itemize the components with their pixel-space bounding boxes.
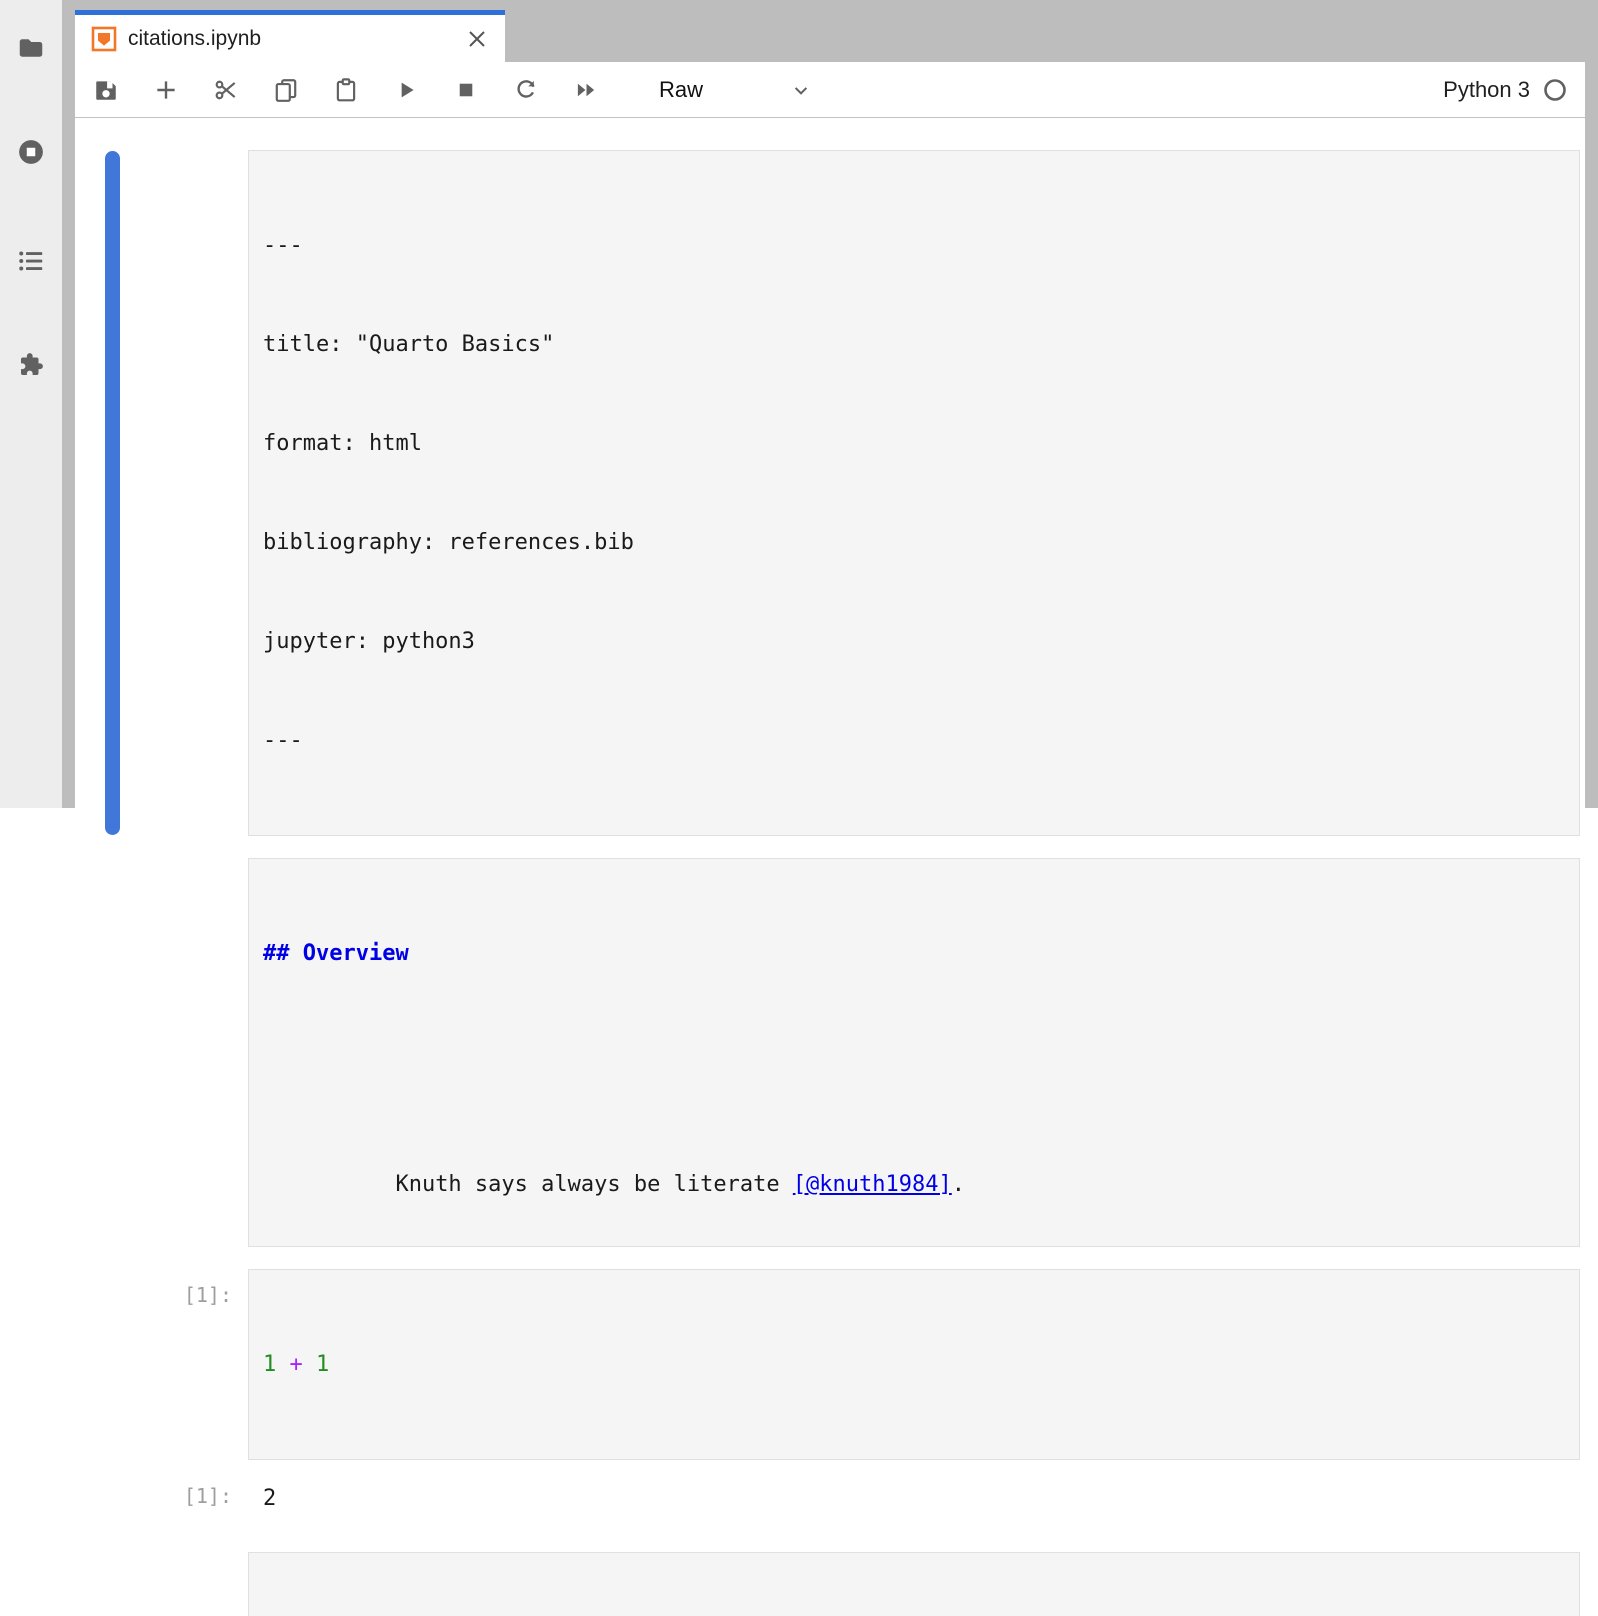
raw-cell-editor[interactable]: --- title: "Quarto Basics" format: html … bbox=[248, 150, 1580, 836]
cell-type-value: Raw bbox=[659, 77, 703, 103]
right-edge-strip bbox=[1585, 0, 1598, 808]
file-browser-icon[interactable] bbox=[16, 33, 46, 63]
kernel-area: Python 3 bbox=[1443, 77, 1575, 103]
tab-citations-ipynb[interactable]: citations.ipynb bbox=[75, 10, 505, 62]
restart-icon[interactable] bbox=[513, 77, 539, 103]
code-cell-editor[interactable]: 1 + 1 bbox=[248, 1269, 1580, 1460]
cell-output: [1]: 2 bbox=[75, 1482, 1580, 1515]
markdown-cell-editor[interactable]: ## References bbox=[248, 1552, 1580, 1616]
cell-markdown-overview: ## Overview Knuth says always be literat… bbox=[75, 858, 1580, 1247]
activity-sidebar bbox=[0, 0, 62, 808]
close-icon[interactable] bbox=[465, 27, 489, 51]
code-line: jupyter: python3 bbox=[263, 625, 1565, 658]
save-icon[interactable] bbox=[93, 77, 119, 103]
active-cell-collapser[interactable] bbox=[105, 151, 120, 835]
running-sessions-icon[interactable] bbox=[16, 137, 46, 167]
cell-raw-yaml: --- title: "Quarto Basics" format: html … bbox=[75, 150, 1580, 836]
markdown-text: Knuth says always be literate bbox=[395, 1172, 792, 1197]
citation-link[interactable]: [@knuth1984] bbox=[793, 1172, 952, 1197]
stop-square-icon[interactable] bbox=[453, 77, 479, 103]
main-area: citations.ipynb bbox=[75, 0, 1585, 808]
notebook-toolbar: Raw Python 3 bbox=[75, 62, 1585, 118]
code-token: + bbox=[276, 1352, 316, 1377]
markdown-heading: ## Overview bbox=[263, 941, 409, 966]
tab-title: citations.ipynb bbox=[128, 27, 261, 51]
paste-icon[interactable] bbox=[333, 77, 359, 103]
fast-forward-icon[interactable] bbox=[573, 77, 599, 103]
scissors-icon[interactable] bbox=[213, 77, 239, 103]
output-value: 2 bbox=[248, 1482, 276, 1515]
markdown-cell-editor[interactable]: ## Overview Knuth says always be literat… bbox=[248, 858, 1580, 1247]
notebook-icon bbox=[91, 26, 117, 52]
code-line: title: "Quarto Basics" bbox=[263, 328, 1565, 361]
extensions-puzzle-icon[interactable] bbox=[16, 350, 46, 380]
code-line: --- bbox=[263, 724, 1565, 757]
notebook-content: --- title: "Quarto Basics" format: html … bbox=[75, 118, 1585, 808]
kernel-idle-circle-icon bbox=[1543, 78, 1567, 102]
cell-markdown-references: ## References bbox=[75, 1552, 1580, 1616]
markdown-text: . bbox=[952, 1172, 965, 1197]
plus-icon[interactable] bbox=[153, 77, 179, 103]
execution-count-prompt: [1]: bbox=[75, 1269, 248, 1460]
output-prompt: [1]: bbox=[75, 1482, 248, 1515]
blank-line bbox=[263, 1036, 1565, 1069]
input-prompt bbox=[75, 150, 248, 836]
code-token: 1 bbox=[316, 1352, 329, 1377]
code-line: bibliography: references.bib bbox=[263, 526, 1565, 559]
code-line: --- bbox=[263, 229, 1565, 262]
code-token: 1 bbox=[263, 1352, 276, 1377]
copy-icon[interactable] bbox=[273, 77, 299, 103]
chevron-down-icon bbox=[791, 80, 811, 100]
code-line: format: html bbox=[263, 427, 1565, 460]
table-of-contents-icon[interactable] bbox=[16, 246, 46, 276]
sidebar-divider bbox=[62, 0, 75, 808]
input-prompt bbox=[75, 858, 248, 1247]
kernel-name[interactable]: Python 3 bbox=[1443, 77, 1530, 103]
input-prompt bbox=[75, 1552, 248, 1616]
play-icon[interactable] bbox=[393, 77, 419, 103]
tab-bar: citations.ipynb bbox=[75, 0, 1585, 62]
cell-type-select[interactable]: Raw bbox=[659, 77, 811, 103]
cell-code: [1]: 1 + 1 bbox=[75, 1269, 1580, 1460]
